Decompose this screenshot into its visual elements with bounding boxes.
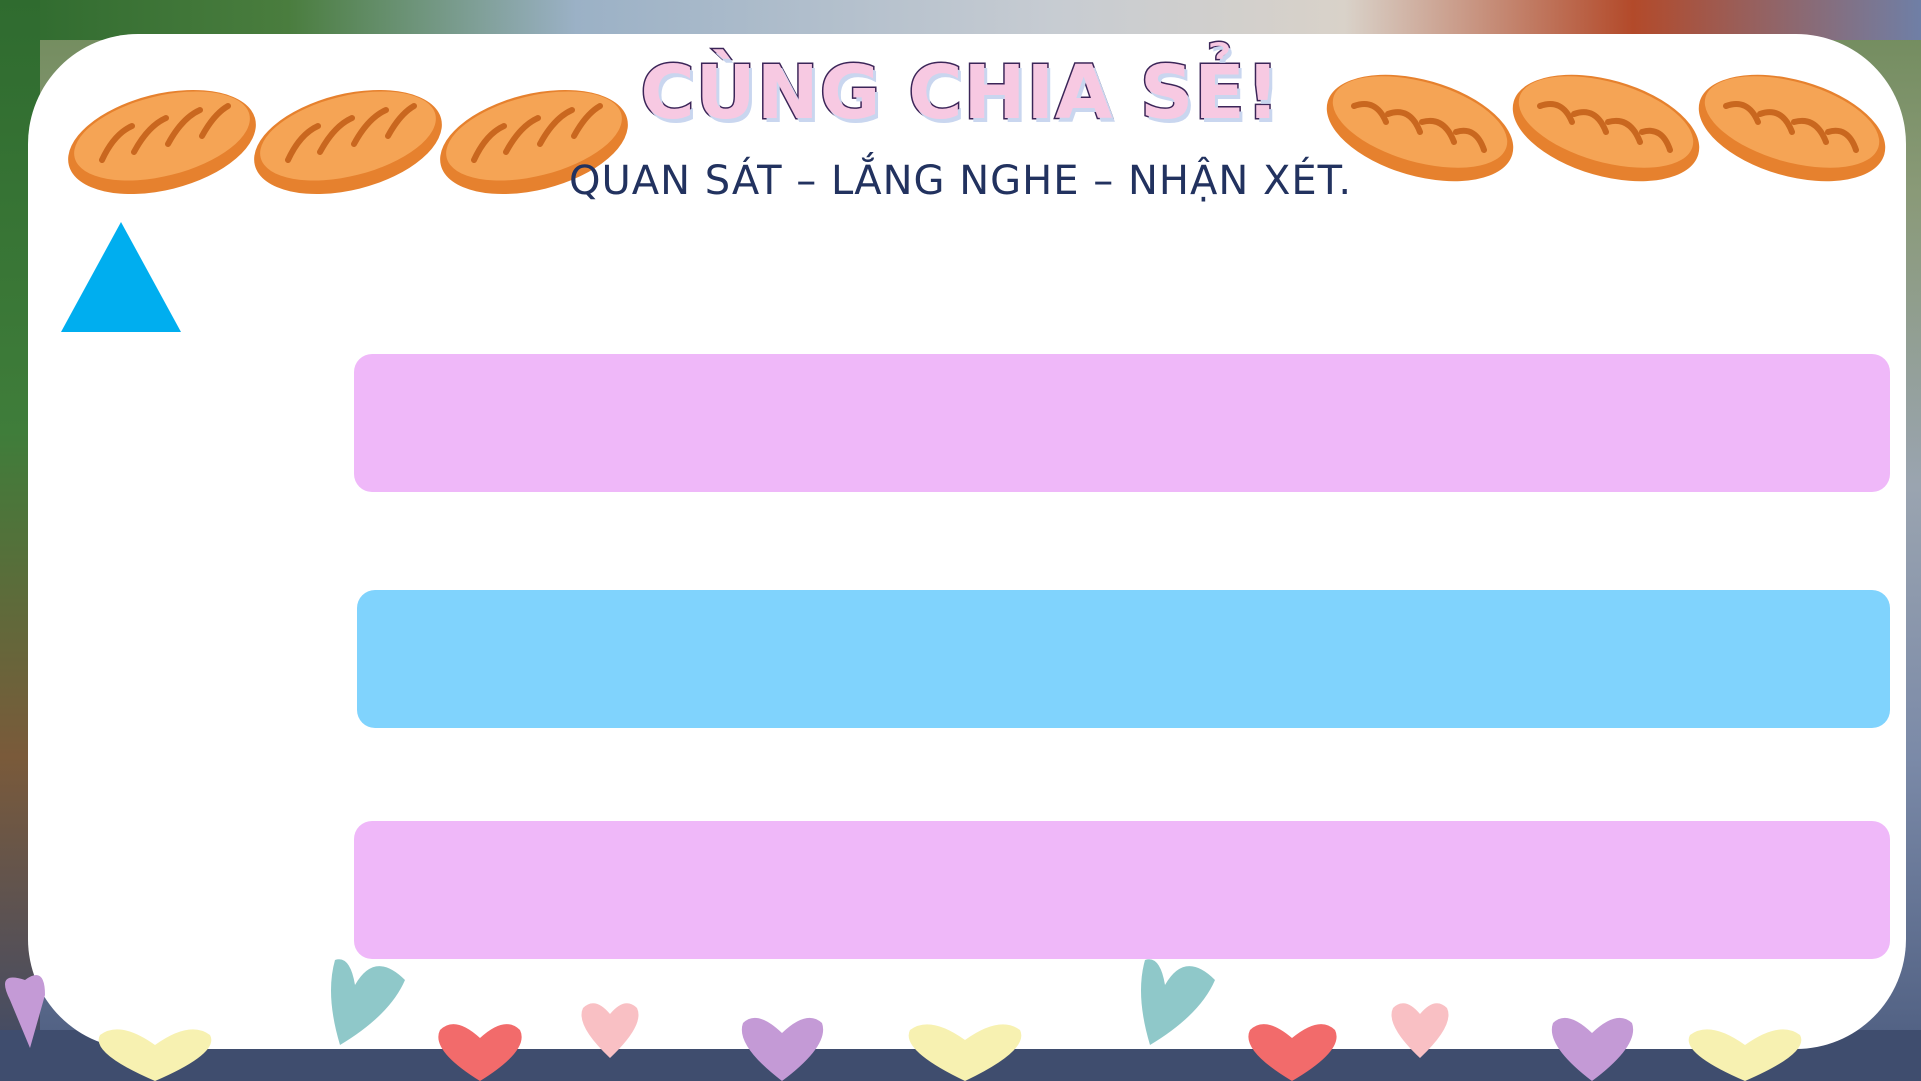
answer-bar-2[interactable]	[357, 590, 1890, 728]
answer-bar-3[interactable]	[354, 821, 1890, 959]
heart-icon	[1391, 1003, 1449, 1058]
heart-icon	[98, 1029, 212, 1081]
page-subtitle: QUAN SÁT – LẮNG NGHE – NHẬN XÉT.	[568, 158, 1353, 204]
heart-icon	[438, 1024, 522, 1081]
page-title: CÙNG CHIA SẺ!	[639, 49, 1281, 138]
heart-icon	[1141, 959, 1215, 1045]
heart-icon	[1551, 1017, 1634, 1081]
heart-icon	[331, 959, 405, 1045]
answer-bar-1[interactable]	[354, 354, 1890, 492]
heart-icon	[5, 975, 45, 1048]
heart-icon	[741, 1017, 824, 1081]
heart-icon	[908, 1024, 1022, 1081]
triangle-icon	[61, 222, 181, 332]
heart-icon	[1248, 1024, 1337, 1081]
heart-icon	[1688, 1029, 1802, 1081]
heart-icon	[581, 1003, 639, 1058]
